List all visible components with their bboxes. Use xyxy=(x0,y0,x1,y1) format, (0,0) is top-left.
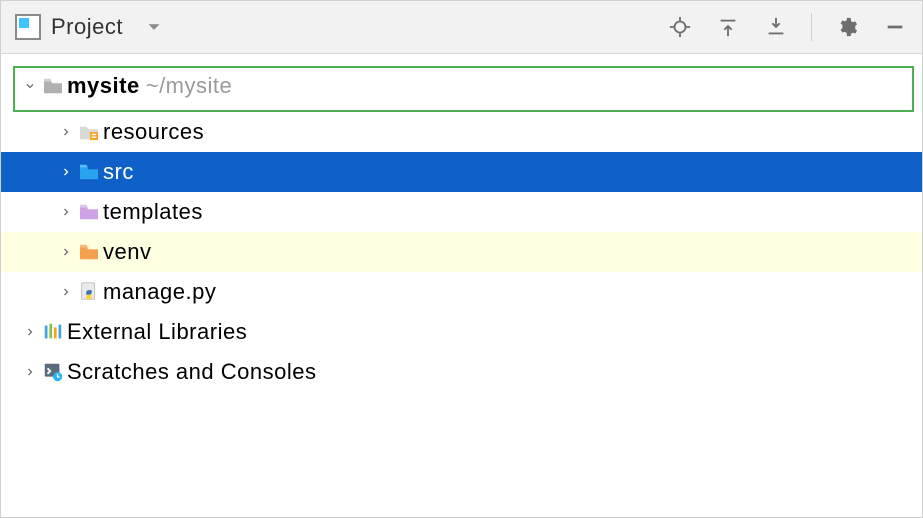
tree-node-external-libraries[interactable]: External Libraries xyxy=(1,312,922,352)
chevron-right-icon[interactable] xyxy=(57,126,75,138)
tool-window-title[interactable]: Project xyxy=(51,14,123,40)
toolbar-separator xyxy=(811,13,812,41)
chevron-right-icon[interactable] xyxy=(57,206,75,218)
root-path: ~/mysite xyxy=(146,73,233,99)
gear-icon[interactable] xyxy=(834,14,860,40)
tree-node-root[interactable]: mysite ~/mysite xyxy=(1,66,922,106)
header-left: Project xyxy=(15,14,167,40)
tree-node-manage-py[interactable]: manage.py xyxy=(1,272,922,312)
node-label: templates xyxy=(103,199,203,225)
chevron-right-icon[interactable] xyxy=(21,326,39,338)
tree-node-src[interactable]: src xyxy=(1,152,922,192)
tree-node-venv[interactable]: venv xyxy=(1,232,922,272)
python-file-icon xyxy=(75,281,103,303)
view-mode-dropdown-icon[interactable] xyxy=(141,14,167,40)
chevron-right-icon[interactable] xyxy=(21,366,39,378)
root-name: mysite xyxy=(67,73,140,99)
libraries-icon xyxy=(39,321,67,343)
excluded-folder-icon xyxy=(75,243,103,261)
tree-node-scratches[interactable]: Scratches and Consoles xyxy=(1,352,922,392)
tree-node-resources[interactable]: resources xyxy=(1,112,922,152)
node-label: manage.py xyxy=(103,279,216,305)
source-folder-icon xyxy=(75,163,103,181)
project-tree: mysite ~/mysite resources src templates xyxy=(1,54,922,517)
chevron-right-icon[interactable] xyxy=(57,246,75,258)
scratches-icon xyxy=(39,361,67,383)
tool-window-toolbar xyxy=(667,13,908,41)
project-window-icon xyxy=(15,14,41,40)
module-folder-icon xyxy=(39,77,67,95)
node-label: venv xyxy=(103,239,151,265)
chevron-right-icon[interactable] xyxy=(57,286,75,298)
templates-folder-icon xyxy=(75,203,103,221)
chevron-right-icon[interactable] xyxy=(57,166,75,178)
resources-folder-icon xyxy=(75,123,103,141)
node-label: Scratches and Consoles xyxy=(67,359,316,385)
collapse-all-icon[interactable] xyxy=(763,14,789,40)
locate-target-icon[interactable] xyxy=(667,14,693,40)
chevron-down-icon[interactable] xyxy=(21,80,39,92)
tool-window-header: Project xyxy=(1,1,922,54)
expand-all-icon[interactable] xyxy=(715,14,741,40)
node-label: resources xyxy=(103,119,204,145)
tree-node-templates[interactable]: templates xyxy=(1,192,922,232)
node-label: src xyxy=(103,159,134,185)
node-label: External Libraries xyxy=(67,319,247,345)
minimize-icon[interactable] xyxy=(882,14,908,40)
